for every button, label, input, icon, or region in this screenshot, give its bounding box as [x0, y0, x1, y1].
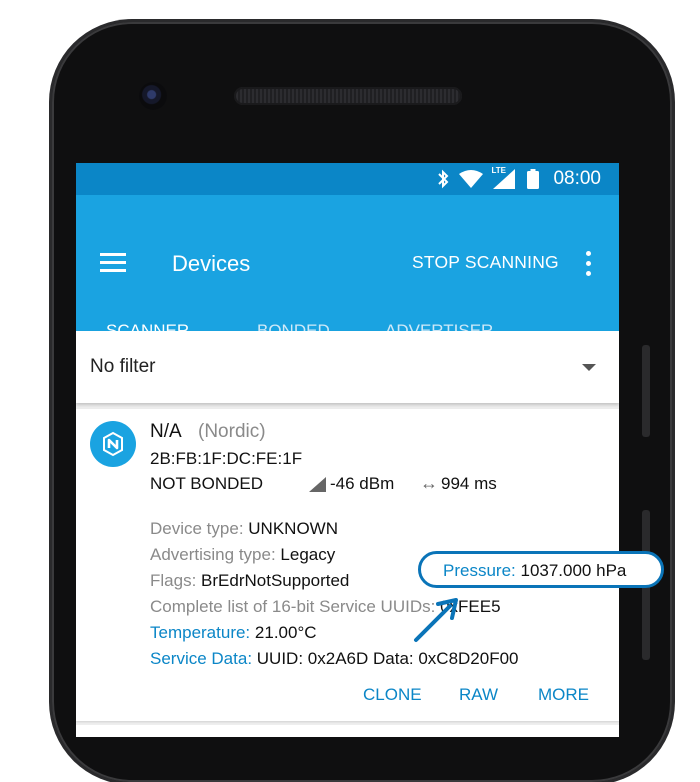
hamburger-menu-icon[interactable] — [100, 253, 126, 273]
flags-row: Flags: BrEdrNotSupported — [150, 571, 349, 591]
wifi-icon — [459, 170, 484, 188]
callout-arrow-icon — [414, 598, 458, 642]
advertising-interval: 994 ms — [441, 474, 497, 493]
bluetooth-icon — [438, 169, 449, 189]
rssi-value: -46 dBm — [330, 474, 395, 493]
device-type-row: Device type: UNKNOWN — [150, 519, 338, 539]
advertising-type-value: Legacy — [280, 545, 336, 564]
service-data-value: UUID: 0x2A6D Data: 0xC8D20F00 — [256, 649, 519, 668]
raw-button[interactable]: RAW — [459, 685, 498, 705]
filter-selected-value: No filter — [90, 356, 156, 377]
page-title: Devices — [172, 251, 251, 276]
status-bar: LTE 08:00 — [76, 163, 619, 195]
overflow-menu-icon[interactable] — [586, 251, 592, 277]
flags-label: Flags: — [150, 571, 197, 590]
next-device-card[interactable] — [76, 725, 619, 737]
earpiece-speaker — [234, 87, 462, 105]
pressure-value: 1037.000 hPa — [520, 561, 627, 580]
power-button — [642, 345, 650, 437]
nordic-logo-icon — [90, 421, 136, 467]
pressure-callout: Pressure: 1037.000 hPa — [418, 551, 664, 588]
battery-icon — [527, 169, 540, 189]
pressure-label: Pressure: — [443, 561, 516, 580]
clone-button[interactable]: CLONE — [363, 685, 422, 705]
signal-strength-icon — [309, 477, 326, 492]
clock: 08:00 — [553, 168, 601, 189]
advertising-type-row: Advertising type: Legacy — [150, 545, 335, 565]
stop-scanning-button[interactable]: STOP SCANNING — [412, 252, 559, 273]
device-type-label: Device type: — [150, 519, 244, 538]
device-type-value: UNKNOWN — [248, 519, 338, 538]
device-address: 2B:FB:1F:DC:FE:1F — [150, 449, 303, 468]
app-bar: Devices STOP SCANNING SCANNER BONDED ADV… — [76, 195, 619, 363]
bond-state: NOT BONDED — [150, 474, 264, 493]
app-screen: LTE 08:00 Devices STOP SCANNING SCANNER … — [76, 163, 619, 737]
more-button[interactable]: MORE — [538, 685, 589, 705]
device-name: N/A — [150, 421, 182, 442]
filter-bar[interactable]: No filter — [76, 331, 619, 403]
temperature-row: Temperature: 21.00°C — [150, 623, 317, 643]
service-data-row: Service Data: UUID: 0x2A6D Data: 0xC8D20… — [150, 649, 519, 669]
temperature-label: Temperature: — [150, 623, 251, 642]
dropdown-arrow-icon[interactable] — [582, 364, 596, 371]
device-vendor: (Nordic) — [198, 421, 266, 442]
interval-arrows-icon: ↔ — [420, 473, 438, 493]
advertising-type-label: Advertising type: — [150, 545, 276, 564]
flags-value: BrEdrNotSupported — [201, 571, 350, 590]
service-data-label: Service Data: — [150, 649, 253, 668]
front-camera — [139, 82, 167, 110]
network-type-label: LTE — [491, 166, 506, 175]
services-label: Complete list of 16-bit Service UUIDs: — [150, 597, 436, 616]
temperature-value: 21.00°C — [254, 623, 317, 642]
